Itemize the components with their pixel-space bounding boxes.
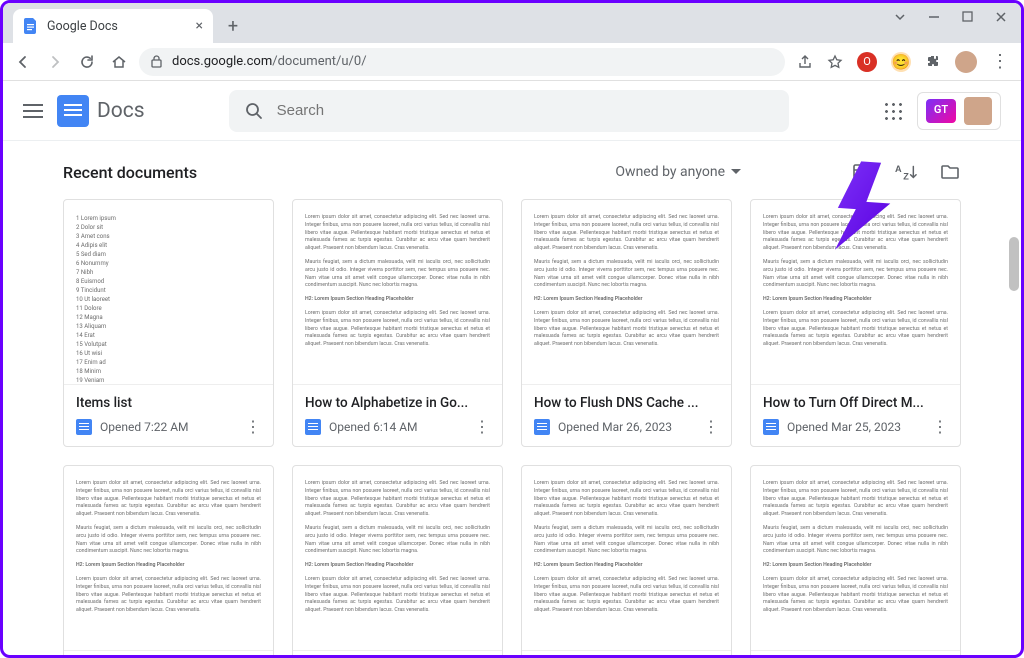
tabstrip: Google Docs × + [3, 3, 1021, 43]
svg-text:Z: Z [903, 171, 909, 181]
nav-back-icon[interactable] [15, 54, 31, 70]
document-preview: Lorem ipsum dolor sit amet, consectetur … [751, 200, 960, 384]
document-preview: Lorem ipsum dolor sit amet, consectetur … [293, 200, 502, 384]
document-card[interactable]: Lorem ipsum dolor sit amet, consectetur … [63, 465, 274, 655]
document-card[interactable]: Lorem ipsum dolor sit amet, consectetur … [750, 465, 961, 655]
search-icon [245, 102, 263, 120]
document-card[interactable]: Lorem ipsum dolor sit amet, consectetur … [292, 465, 503, 655]
browser-tab[interactable]: Google Docs × [13, 9, 213, 43]
browser-menu-icon[interactable]: ⋮ [991, 51, 1009, 72]
window-chevron-icon[interactable] [894, 11, 906, 23]
document-card-footer: How to Change your Goo... Opened Mar 20,… [751, 650, 960, 655]
document-preview: Lorem ipsum dolor sit amet, consectetur … [522, 466, 731, 650]
document-card[interactable]: Lorem ipsum dolor sit amet, consectetur … [750, 199, 961, 447]
document-title: How to Alphabetize in Go... [305, 395, 490, 411]
lock-icon [151, 55, 162, 68]
docs-header: Docs GT [3, 81, 1021, 141]
guiding-tech-logo-icon: GT [926, 99, 956, 123]
bookmark-star-icon[interactable] [827, 54, 843, 70]
document-card-footer: How to Turn Off Direct M... Opened Mar 2… [751, 384, 960, 446]
document-preview: Lorem ipsum dolor sit amet, consectetur … [293, 466, 502, 650]
docs-product-name: Docs [97, 99, 145, 123]
document-card[interactable]: 1 Lorem ipsum2 Dolor sit3 Amet cons4 Adi… [63, 199, 274, 447]
document-card-footer: How to Flush DNS Cache ... Opened Mar 26… [522, 384, 731, 446]
url-host: docs.google.com [172, 54, 272, 69]
document-more-icon[interactable]: ⋮ [245, 417, 261, 436]
document-card[interactable]: Lorem ipsum dolor sit amet, consectetur … [292, 199, 503, 447]
docs-file-icon [534, 419, 550, 435]
account-badge[interactable]: GT [917, 92, 1001, 130]
docs-file-icon [76, 419, 92, 435]
caret-down-icon [731, 169, 741, 175]
document-preview: Lorem ipsum dolor sit amet, consectetur … [522, 200, 731, 384]
section-title: Recent documents [63, 163, 197, 182]
nav-reload-icon[interactable] [79, 54, 95, 70]
document-opened-time: Opened Mar 25, 2023 [787, 420, 901, 434]
scrollbar-thumb[interactable] [1009, 237, 1019, 291]
document-opened-time: Opened 7:22 AM [100, 420, 189, 434]
tab-close-icon[interactable]: × [196, 18, 203, 34]
document-title: How to Turn Off Direct M... [763, 395, 948, 411]
document-card[interactable]: Lorem ipsum dolor sit amet, consectetur … [521, 465, 732, 655]
document-card-footer: How to Alphabetize in Go... Opened 6:14 … [293, 384, 502, 446]
window-close-icon[interactable] [995, 11, 1007, 23]
nav-forward-icon[interactable] [47, 54, 63, 70]
account-avatar-icon [964, 97, 992, 125]
omnibox[interactable]: docs.google.com/document/u/0/ [139, 48, 785, 76]
document-opened-time: Opened Mar 26, 2023 [558, 420, 672, 434]
share-icon[interactable] [797, 54, 813, 70]
docs-favicon-icon [23, 18, 39, 34]
hamburger-menu-icon[interactable] [23, 104, 43, 118]
extensions-puzzle-icon[interactable] [925, 54, 941, 70]
document-preview: Lorem ipsum dolor sit amet, consectetur … [751, 466, 960, 650]
nav-home-icon[interactable] [111, 54, 127, 70]
search-box[interactable] [229, 90, 789, 132]
search-input[interactable] [277, 102, 773, 119]
folder-picker-icon[interactable] [939, 161, 961, 183]
ownership-filter[interactable]: Owned by anyone [615, 164, 741, 180]
ownership-filter-label: Owned by anyone [615, 164, 725, 180]
url-path: /document/u/0/ [272, 54, 366, 69]
section-header: Recent documents Owned by anyone A Z [63, 161, 961, 183]
docs-logo-icon [57, 95, 89, 127]
document-card-footer: How to Use Reddit Spoile... Opened Mar 2… [522, 650, 731, 655]
list-view-icon[interactable] [851, 161, 873, 183]
svg-text:A: A [895, 164, 902, 174]
document-card[interactable]: Lorem ipsum dolor sit amet, consectetur … [521, 199, 732, 447]
document-more-icon[interactable]: ⋮ [703, 417, 719, 436]
tab-title: Google Docs [47, 19, 118, 34]
document-more-icon[interactable]: ⋮ [932, 417, 948, 436]
address-bar: docs.google.com/document/u/0/ O 😊 ⋮ [3, 43, 1021, 81]
window-minimize-icon[interactable] [928, 11, 940, 23]
document-preview: 1 Lorem ipsum2 Dolor sit3 Amet cons4 Adi… [64, 200, 273, 384]
window-maximize-icon[interactable] [962, 11, 973, 23]
sort-az-icon[interactable]: A Z [895, 161, 917, 183]
document-title: Items list [76, 395, 261, 411]
window-controls [894, 11, 1007, 23]
extension-2-icon[interactable]: 😊 [891, 52, 911, 72]
document-more-icon[interactable]: ⋮ [474, 417, 490, 436]
document-title: How to Flush DNS Cache ... [534, 395, 719, 411]
document-card-footer: How to Take Snapshots i... Opened Mar 23… [293, 650, 502, 655]
content-scroll[interactable]: Recent documents Owned by anyone A Z [3, 141, 1021, 655]
extension-1-icon[interactable]: O [857, 52, 877, 72]
document-card-footer: How to Find a Discord Us... Opened Mar 2… [64, 650, 273, 655]
document-grid: 1 Lorem ipsum2 Dolor sit3 Amet cons4 Adi… [57, 199, 967, 655]
docs-file-icon [305, 419, 321, 435]
google-apps-icon[interactable] [883, 101, 903, 121]
profile-avatar-icon[interactable] [955, 51, 977, 73]
document-card-footer: Items list Opened 7:22 AM ⋮ [64, 384, 273, 446]
docs-logo[interactable]: Docs [57, 95, 145, 127]
document-opened-time: Opened 6:14 AM [329, 420, 418, 434]
docs-file-icon [763, 419, 779, 435]
new-tab-button[interactable]: + [219, 12, 247, 40]
document-preview: Lorem ipsum dolor sit amet, consectetur … [64, 466, 273, 650]
